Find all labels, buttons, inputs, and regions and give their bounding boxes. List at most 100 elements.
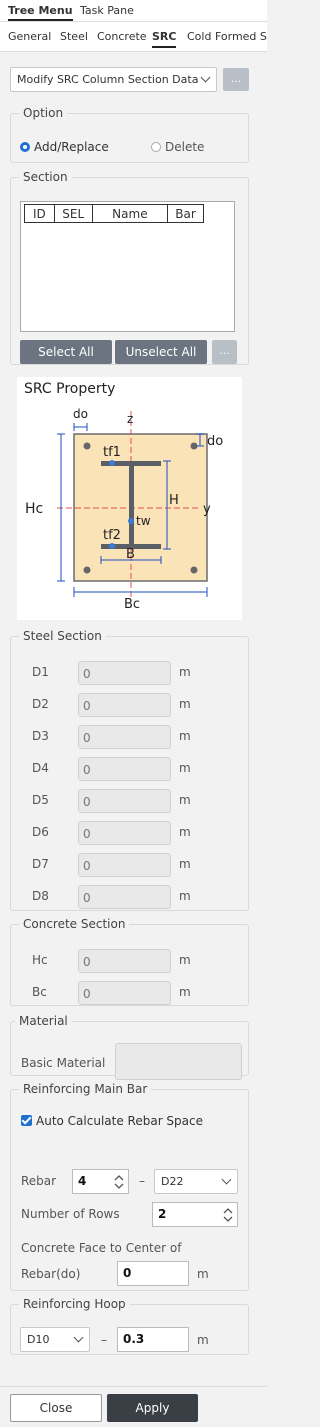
rebar-size-select[interactable]: D22 [154, 1169, 238, 1194]
delete-radio[interactable]: Delete [151, 140, 204, 154]
d2-unit: m [179, 697, 191, 711]
tf1-marker [109, 460, 115, 466]
src-property-title: SRC Property [24, 381, 116, 397]
bc-unit: m [179, 985, 191, 999]
bc-label: Bc [124, 597, 140, 612]
material-legend: Material [19, 1014, 68, 1028]
close-button[interactable]: Close [10, 1394, 102, 1422]
section-legend: Section [23, 170, 68, 184]
web [129, 466, 134, 544]
basic-material-field[interactable] [115, 1043, 242, 1080]
section-group: Section ID SEL Name Bar Select All Unsel… [10, 170, 249, 365]
face-label-line1: Concrete Face to Center of [21, 1241, 182, 1255]
tab-task-pane[interactable]: Task Pane [80, 4, 134, 17]
d8-field[interactable]: 0 [78, 885, 171, 909]
basic-material-label: Basic Material [21, 1056, 106, 1070]
concrete-section-legend: Concrete Section [23, 917, 126, 931]
col-name[interactable]: Name [91, 204, 169, 223]
col-bar[interactable]: Bar [167, 204, 204, 223]
apply-button[interactable]: Apply [107, 1394, 198, 1422]
d4-field[interactable]: 0 [78, 757, 171, 781]
hc-field[interactable]: 0 [78, 949, 171, 973]
rebar-top-left [83, 442, 91, 450]
chevron-down-icon [221, 1174, 232, 1185]
rebar-do-unit: m [197, 1267, 209, 1281]
rows-label: Number of Rows [21, 1207, 120, 1221]
rebar-dash: – [139, 1174, 145, 1188]
rebar-do-field[interactable]: 0 [117, 1261, 189, 1286]
h-label: H [169, 493, 179, 508]
steel-section-legend: Steel Section [23, 629, 102, 643]
src-property-panel: SRC Property do z do tf1 Hc H y tw tf2 B… [17, 377, 242, 620]
option-group: Option Add/Replace Delete [10, 106, 249, 163]
rows-stepper[interactable]: 2 [152, 1202, 238, 1227]
d5-label: D5 [32, 793, 49, 807]
option-legend: Option [23, 106, 64, 120]
hc-row-label: Hc [32, 953, 48, 967]
top-tab-bar: Tree Menu Task Pane [0, 0, 267, 22]
d1-field[interactable]: 0 [78, 661, 171, 685]
tab-src[interactable]: SRC [152, 30, 177, 48]
rebar-label: Rebar [21, 1174, 57, 1188]
section-more-button[interactable]: ... [212, 340, 237, 364]
select-all-button[interactable]: Select All [20, 340, 112, 364]
checkbox-checked-icon [21, 1115, 32, 1126]
hoop-spacing-field[interactable]: 0.3 [117, 1327, 189, 1352]
unselect-all-button[interactable]: Unselect All [115, 340, 207, 364]
d5-field[interactable]: 0 [78, 789, 171, 813]
tf2-label: tf2 [103, 528, 121, 543]
d8-label: D8 [32, 889, 49, 903]
d3-unit: m [179, 729, 191, 743]
hoop-size-select[interactable]: D10 [20, 1327, 90, 1352]
bc-field[interactable]: 0 [78, 981, 171, 1005]
stepper-arrows-icon[interactable] [223, 1206, 233, 1224]
do-right-label: do [207, 434, 223, 449]
tab-steel[interactable]: Steel [60, 30, 88, 43]
face-label-line2: Rebar(do) [21, 1267, 81, 1281]
d3-field[interactable]: 0 [78, 725, 171, 749]
auto-calc-checkbox[interactable]: Auto Calculate Rebar Space [21, 1114, 203, 1128]
y-label: y [203, 502, 211, 517]
section-table-header: ID SEL Name Bar [24, 204, 204, 223]
add-replace-radio[interactable]: Add/Replace [20, 140, 109, 154]
src-section-diagram: do z do tf1 Hc H y tw tf2 B Bc [25, 407, 223, 612]
col-id[interactable]: ID [24, 204, 55, 223]
section-type-tabs: General Steel Concrete SRC Cold Formed S… [0, 22, 267, 52]
tab-general[interactable]: General [8, 30, 51, 43]
command-select[interactable]: Modify SRC Column Section Data [10, 67, 217, 92]
d6-field[interactable]: 0 [78, 821, 171, 845]
delete-label: Delete [165, 140, 205, 154]
radio-selected-icon [20, 142, 30, 152]
tab-cold-formed-steel[interactable]: Cold Formed Ste [187, 30, 267, 43]
d4-unit: m [179, 761, 191, 775]
tw-label: tw [136, 514, 151, 528]
tf1-label: tf1 [103, 445, 121, 460]
chevron-down-icon [200, 72, 211, 83]
rebar-count-stepper[interactable]: 4 [72, 1169, 129, 1194]
radio-empty-icon [151, 142, 161, 152]
main-bar-group: Reinforcing Main Bar Auto Calculate Reba… [10, 1082, 249, 1291]
d4-label: D4 [32, 761, 49, 775]
footer-bar: Close Apply [0, 1386, 267, 1427]
col-sel[interactable]: SEL [53, 204, 93, 223]
stepper-arrows-icon[interactable] [114, 1173, 124, 1191]
d5-unit: m [179, 793, 191, 807]
rebar-count-value: 4 [78, 1174, 87, 1188]
rows-value: 2 [158, 1207, 167, 1221]
d2-field[interactable]: 0 [78, 693, 171, 717]
hc-unit: m [179, 953, 191, 967]
hoop-dash: – [101, 1333, 107, 1347]
section-table[interactable]: ID SEL Name Bar [20, 201, 235, 332]
hoop-size-value: D10 [27, 1333, 50, 1346]
d6-label: D6 [32, 825, 49, 839]
d7-field[interactable]: 0 [78, 853, 171, 877]
d3-label: D3 [32, 729, 49, 743]
command-select-value: Modify SRC Column Section Data [17, 73, 199, 86]
concrete-section-group: Concrete Section Hc 0 m Bc 0 m [10, 917, 249, 1006]
command-more-button[interactable]: ... [223, 68, 249, 91]
d1-unit: m [179, 665, 191, 679]
add-replace-label: Add/Replace [34, 140, 109, 154]
auto-calc-label: Auto Calculate Rebar Space [36, 1114, 204, 1128]
tab-concrete[interactable]: Concrete [97, 30, 147, 43]
tab-tree-menu[interactable]: Tree Menu [8, 4, 73, 21]
